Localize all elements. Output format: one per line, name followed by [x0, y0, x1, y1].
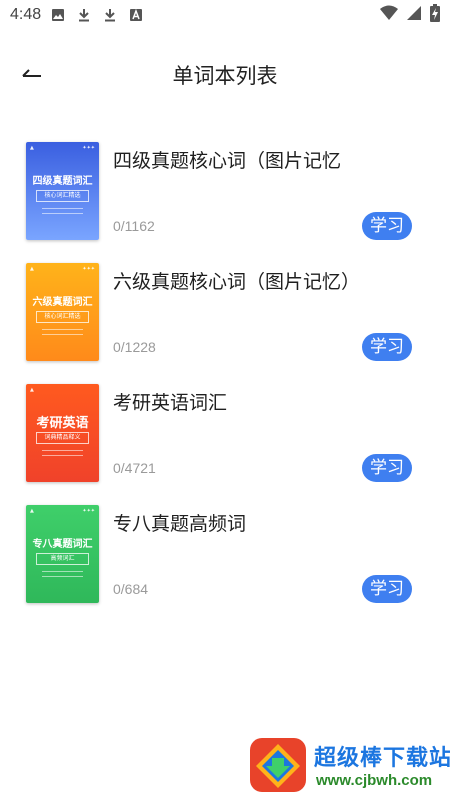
cover-title: 专八真题词汇	[32, 539, 93, 550]
book-progress-count: 0/684	[113, 581, 149, 597]
book-title: 专八真题高频词	[113, 513, 247, 535]
watermark-url: www.cjbwh.com	[316, 772, 433, 789]
cover-title: 考研英语	[36, 416, 89, 431]
wifi-icon	[380, 5, 398, 25]
status-right	[380, 4, 440, 26]
watermark-name: 超级棒下载站	[314, 746, 450, 771]
book-cover: ▲ 考研英语 词典精品释义	[26, 384, 99, 482]
book-title: 四级真题核心词（图片记忆	[113, 150, 342, 172]
cover-title: 四级真题词汇	[32, 176, 93, 187]
app-bar: 单词本列表	[0, 48, 450, 100]
study-button[interactable]: 学习	[362, 333, 412, 361]
status-time: 4:48	[10, 6, 42, 23]
book-progress-count: 0/4721	[113, 460, 156, 476]
list-item[interactable]: ▲ ✦✦✦ 专八真题词汇 高频词汇 专八真题高频词 0/684 学习	[0, 501, 450, 622]
list-item[interactable]: ▲ 考研英语 词典精品释义 考研英语词汇 0/4721 学习	[0, 380, 450, 501]
download-icon	[77, 8, 91, 22]
cover-subtitle: 高频词汇	[36, 553, 89, 565]
list-item[interactable]: ▲ ✦✦✦ 四级真题词汇 核心词汇精选 四级真题核心词（图片记忆 0/1162 学…	[0, 138, 450, 259]
book-list: ▲ ✦✦✦ 四级真题词汇 核心词汇精选 四级真题核心词（图片记忆 0/1162 学…	[0, 138, 450, 622]
book-cover: ▲ ✦✦✦ 专八真题词汇 高频词汇	[26, 505, 99, 603]
page-title: 单词本列表	[172, 64, 278, 88]
battery-charging-icon	[430, 4, 440, 26]
book-progress-count: 0/1228	[113, 339, 156, 355]
cover-subtitle: 核心词汇精选	[36, 190, 89, 202]
image-icon	[51, 8, 65, 22]
study-button[interactable]: 学习	[362, 454, 412, 482]
cover-subtitle: 词典精品释义	[36, 432, 89, 444]
cover-title: 六级真题词汇	[32, 297, 93, 308]
cover-subtitle: 核心词汇精选	[36, 311, 89, 323]
book-title: 考研英语词汇	[113, 392, 228, 414]
book-cover: ▲ ✦✦✦ 六级真题词汇 核心词汇精选	[26, 263, 99, 361]
signal-icon	[406, 5, 422, 25]
download-icon	[103, 8, 117, 22]
book-cover: ▲ ✦✦✦ 四级真题词汇 核心词汇精选	[26, 142, 99, 240]
download-site-logo-icon	[248, 736, 308, 794]
study-button[interactable]: 学习	[362, 212, 412, 240]
book-title: 六级真题核心词（图片记忆）	[113, 271, 361, 293]
text-a-icon	[129, 8, 143, 22]
book-progress-count: 0/1162	[113, 218, 155, 234]
study-button[interactable]: 学习	[362, 575, 412, 603]
list-item[interactable]: ▲ ✦✦✦ 六级真题词汇 核心词汇精选 六级真题核心词（图片记忆） 0/1228 …	[0, 259, 450, 380]
watermark: 超级棒下载站 www.cjbwh.com	[248, 734, 450, 796]
status-bar: 4:48	[0, 0, 450, 30]
